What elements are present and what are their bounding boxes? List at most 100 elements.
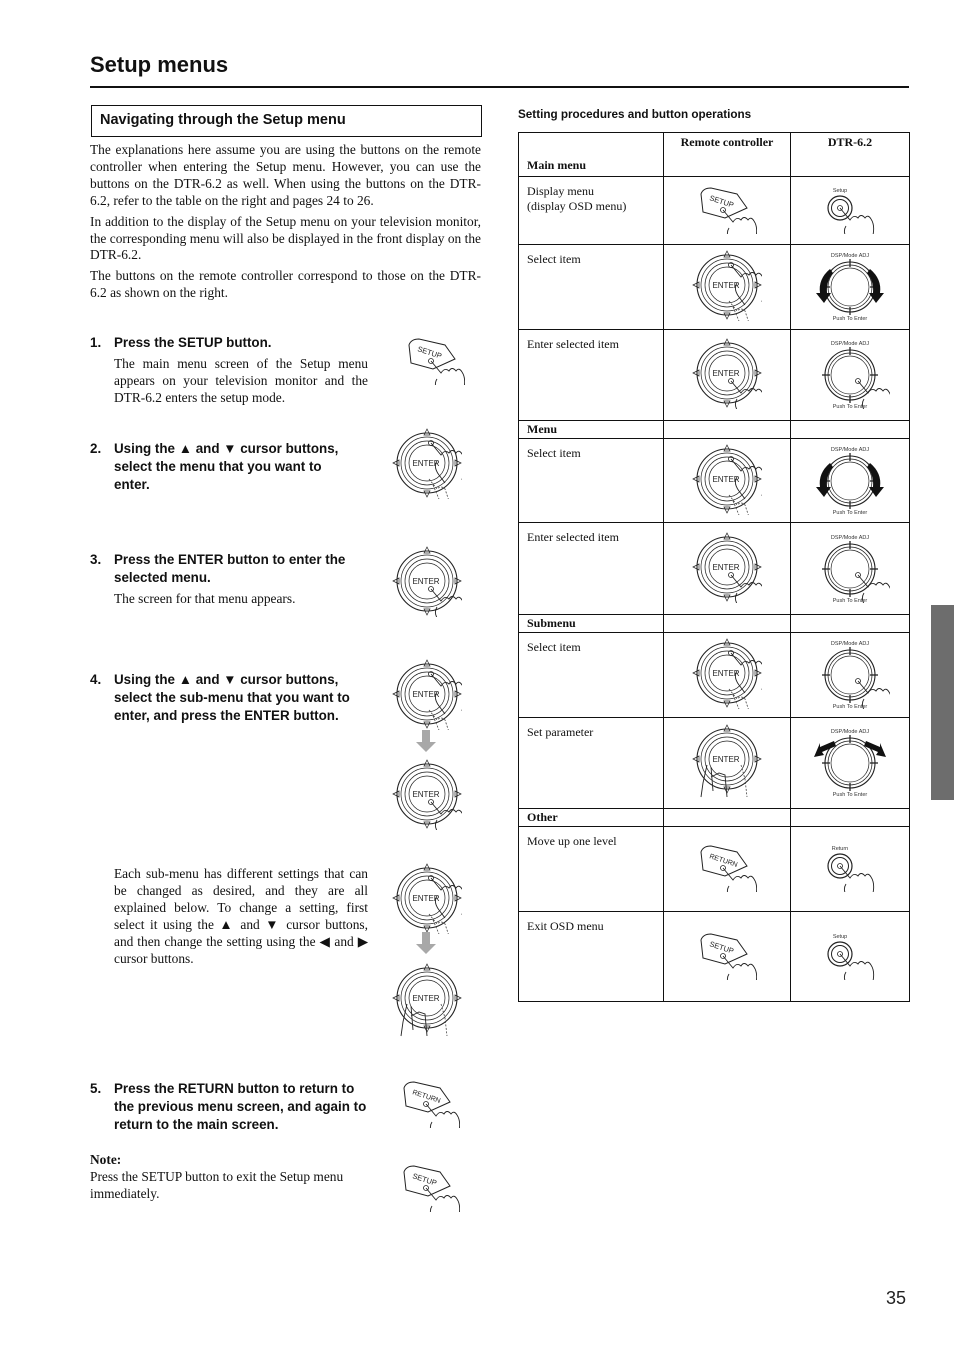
row-label: Select item [518, 632, 664, 718]
svg-text:Push To Enter: Push To Enter [833, 316, 868, 321]
setup-button-icon: SETUP [697, 184, 758, 250]
enter-dial-left-right-icon: ENTER [392, 962, 462, 1038]
enter-dial-shape: ENTER [692, 250, 766, 324]
table-row: Enter selected item ENTER DSP/Mode ADJ Pu… [518, 329, 910, 422]
intro-paragraph: The buttons on the remote controller cor… [90, 268, 481, 301]
section-heading: Navigating through the Setup menu [100, 112, 346, 128]
row-label: Set parameter [518, 717, 664, 809]
unit-knob-shape: Setup [827, 934, 875, 994]
remote-button-shape: SETUP [408, 338, 465, 385]
section-label: Other [527, 810, 558, 824]
setup-knob-icon: Setup [820, 184, 880, 248]
step-body: The main menu screen of the Setup menu a… [114, 355, 368, 405]
row-label: Enter selected item [518, 522, 664, 615]
enter-dial-up-down-icon: ENTER [692, 443, 766, 519]
table-row: Exit OSD menu SETUP Setup [518, 911, 910, 1002]
note-label: Note: [90, 1152, 122, 1167]
svg-text:ENTER: ENTER [412, 994, 439, 1003]
dsp-dial-shape: DSP/Mode ADJ Push To Enter [816, 447, 884, 516]
section-heading-box: Navigating through the Setup menu [91, 105, 482, 137]
row-label: Exit OSD menu [518, 911, 664, 1002]
section-label: Menu [527, 422, 557, 436]
setup-knob-icon: Setup [820, 930, 880, 994]
step-heading: Using the ▲ and ▼ cursor buttons, select… [114, 441, 339, 492]
dsp-dial-press-icon: DSP/Mode ADJ Push To Enter [810, 337, 893, 422]
dsp-dial-rotate-icon: DSP/Mode ADJ Push To Enter [810, 443, 890, 519]
arrow-down-icon [416, 730, 436, 756]
enter-dial-shape: ENTER [392, 963, 462, 1037]
svg-text:Setup: Setup [833, 934, 847, 940]
title-rule [90, 86, 909, 88]
page-title: Setup menus [90, 52, 229, 77]
svg-text:DSP/Mode ADJ: DSP/Mode ADJ [831, 535, 869, 541]
unit-cell: Setup [790, 911, 910, 1002]
dsp-dial-shape: DSP/Mode ADJPush To Enter [822, 641, 893, 722]
enter-dial-shape: ENTER [392, 759, 462, 830]
remote-cell: SETUP [663, 911, 791, 1002]
table-header-row: Main menu Remote controller DTR-6.2 [518, 132, 910, 177]
dsp-dial-shape: DSP/Mode ADJPush To Enter [814, 729, 886, 798]
button-operations-table: Main menu Remote controller DTR-6.2 Disp… [518, 132, 910, 1002]
dsp-dial-rotate-icon: DSP/Mode ADJ Push To Enter [810, 249, 890, 325]
row-label: Display menu (display OSD menu) [518, 176, 664, 245]
remote-cell: RETURN [663, 826, 791, 912]
setup-button-icon: SETUP [697, 930, 758, 996]
svg-text:Push To Enter: Push To Enter [833, 792, 868, 797]
enter-dial-shape: ENTER [392, 428, 462, 499]
step-number: 1. [90, 335, 102, 350]
table-row: Set parameter ENTER DSP/Mode ADJ Push To … [518, 717, 910, 809]
enter-dial-up-down-icon: ENTER [692, 249, 766, 325]
table-row: Move up one level RETURN Return [518, 826, 910, 912]
unit-cell: DSP/Mode ADJ Push To Enter [790, 244, 910, 330]
table-row: Select item ENTER DSP/Mode ADJ Push To En… [518, 244, 910, 330]
dsp-dial-rotate-icon: DSP/Mode ADJ Push To Enter [810, 725, 890, 801]
header-unit: DTR-6.2 [790, 132, 910, 177]
enter-dial-shape: ENTER [692, 638, 766, 712]
svg-text:ENTER: ENTER [712, 563, 739, 572]
step-heading: Press the RETURN button to return to the… [114, 1081, 367, 1132]
remote-cell: ENTER [663, 438, 791, 523]
svg-text:DSP/Mode ADJ: DSP/Mode ADJ [831, 253, 869, 259]
section-label: Submenu [527, 616, 576, 630]
svg-text:DSP/Mode ADJ: DSP/Mode ADJ [831, 641, 869, 647]
table-title: Setting procedures and button operations [518, 108, 752, 121]
enter-dial-shape: ENTER [392, 659, 462, 730]
section-row-menu: Menu [518, 420, 910, 439]
enter-dial-press-icon: ENTER [692, 531, 766, 615]
enter-dial-shape: ENTER [692, 338, 766, 422]
row-label: Select item [518, 244, 664, 330]
remote-button-shape: SETUP [403, 1165, 460, 1212]
arrow-down-icon [416, 932, 436, 958]
table-row: Select item ENTER DSP/Mode ADJ Push To En… [518, 438, 910, 523]
enter-dial-shape: ENTER [692, 443, 766, 517]
step-5: 5. Press the RETURN button to return to t… [90, 1080, 370, 1133]
remote-cell: ENTER [663, 329, 791, 422]
unit-cell: DSP/Mode ADJ Push To Enter [790, 717, 910, 809]
svg-text:DSP/Mode ADJ: DSP/Mode ADJ [831, 447, 869, 453]
remote-cell: ENTER [663, 522, 791, 615]
dsp-dial-shape: DSP/Mode ADJPush To Enter [822, 535, 893, 615]
step-3: 3. Press the ENTER button to enter the se… [90, 551, 375, 608]
chapter-side-tab [931, 605, 954, 800]
page-number: 35 [886, 1288, 907, 1308]
svg-text:Push To Enter: Push To Enter [833, 510, 868, 515]
return-knob-icon: Return [820, 842, 880, 907]
step-4-detail: Each sub-menu has different settings tha… [90, 866, 370, 967]
unit-cell: Setup [790, 176, 910, 248]
note-text: Press the SETUP button to exit the Setup… [90, 1168, 344, 1201]
step-body: The screen for that menu appears. [114, 590, 296, 606]
remote-cell: SETUP [663, 176, 791, 250]
dsp-dial-press-icon: DSP/Mode ADJ Push To Enter [810, 531, 893, 615]
enter-dial-up-down-icon: ENTER [392, 862, 462, 934]
step-4: 4. Using the ▲ and ▼ cursor buttons, sele… [90, 671, 375, 724]
enter-dial-press-icon: ENTER [392, 758, 462, 830]
return-button-icon: RETURN [697, 842, 758, 909]
row-label: Select item [518, 438, 664, 523]
intro-paragraph: In addition to the display of the Setup … [90, 213, 481, 263]
svg-text:DSP/Mode ADJ: DSP/Mode ADJ [831, 341, 869, 347]
setup-button-icon: SETUP [400, 1162, 460, 1212]
intro-paragraph: The explanations here assume you are usi… [90, 142, 481, 208]
enter-dial-up-down-icon: ENTER [392, 427, 462, 499]
enter-dial-shape: ENTER [392, 546, 462, 617]
remote-button-shape: SETUP [700, 932, 758, 996]
